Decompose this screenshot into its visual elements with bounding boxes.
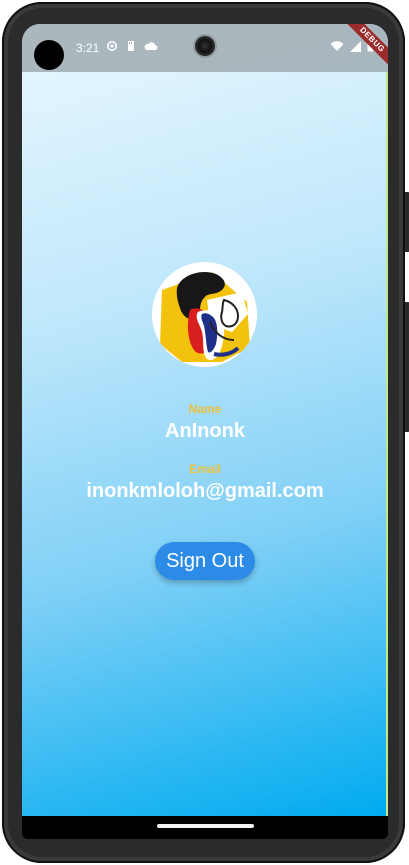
device-frame: 3:21 DEBUG Name AnInonk Email inonkmlolo… [2, 2, 409, 863]
sign-out-button[interactable]: Sign Out [155, 542, 255, 580]
profile-section: Name AnInonk Email inonkmloloh@gmail.com… [22, 24, 388, 816]
side-button-upper [405, 192, 409, 252]
name-value: AnInonk [165, 420, 245, 442]
email-label: Email [188, 462, 221, 476]
avatar-image-icon [152, 262, 257, 367]
app-background: 3:21 DEBUG Name AnInonk Email inonkmlolo… [22, 24, 388, 816]
home-indicator[interactable] [157, 824, 254, 828]
phone-screen: 3:21 DEBUG Name AnInonk Email inonkmlolo… [22, 24, 388, 839]
profile-avatar [152, 262, 257, 367]
name-label: Name [188, 402, 222, 416]
email-value: inonkmloloh@gmail.com [86, 480, 324, 502]
screen-edge-line [386, 72, 388, 816]
side-button-lower [405, 302, 409, 432]
navigation-bar [22, 816, 388, 839]
